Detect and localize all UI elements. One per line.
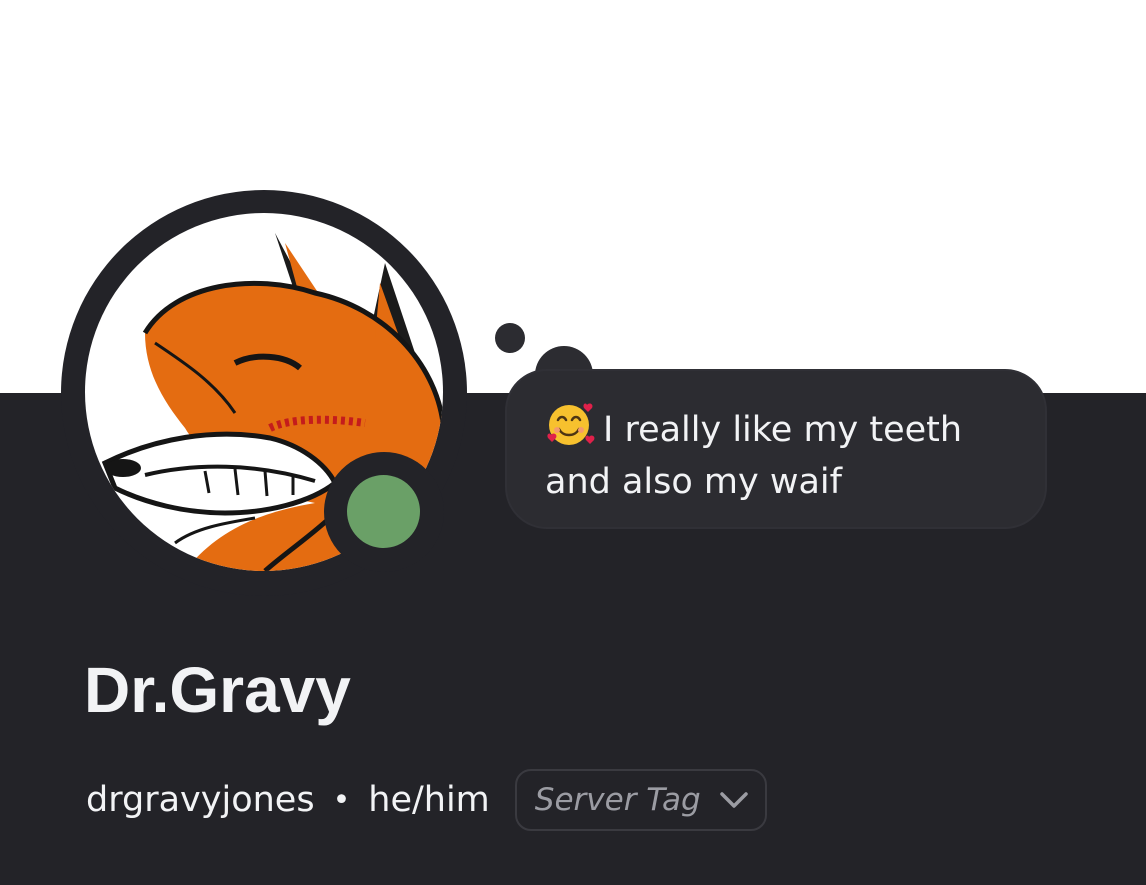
custom-status-text-1: I really like my teeth bbox=[603, 410, 963, 450]
custom-status-bubble[interactable]: I really like my teeth and also my waif bbox=[505, 369, 1047, 529]
online-status-indicator bbox=[347, 475, 420, 548]
chevron-down-icon bbox=[719, 792, 748, 808]
thought-bubble-dot-small bbox=[495, 323, 525, 353]
separator-dot: • bbox=[332, 782, 351, 818]
display-name: Dr.Gravy bbox=[84, 654, 351, 726]
smiling-face-with-hearts-icon bbox=[547, 403, 595, 445]
custom-status-line-2: and also my waif bbox=[545, 462, 842, 502]
custom-status-line-1: I really like my teeth bbox=[545, 403, 1015, 456]
username[interactable]: drgravyjones bbox=[86, 780, 315, 820]
pronouns: he/him bbox=[368, 780, 490, 820]
server-tag-label: Server Tag bbox=[534, 782, 701, 818]
profile-meta-row: drgravyjones • he/him Server Tag bbox=[86, 768, 767, 832]
server-tag-button[interactable]: Server Tag bbox=[514, 769, 767, 831]
